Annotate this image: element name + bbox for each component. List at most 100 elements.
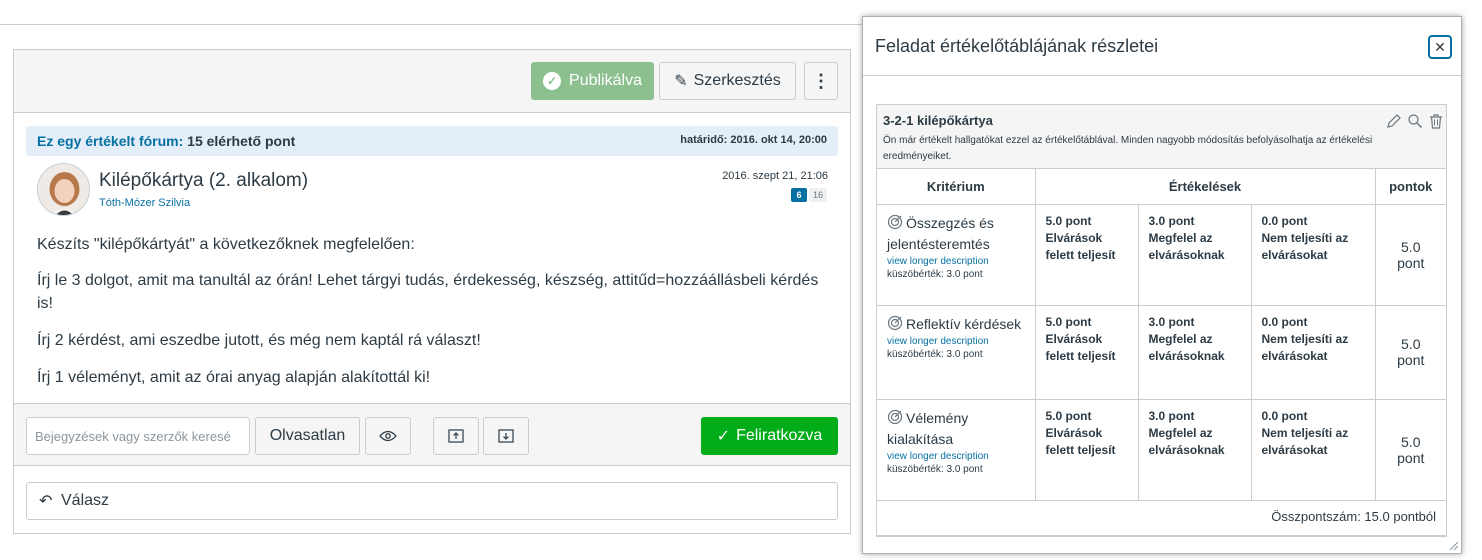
rating-points: 3.0 pont (1148, 314, 1195, 329)
rating-points: 0.0 pont (1261, 408, 1308, 423)
unread-button[interactable]: Olvasatlan (255, 417, 360, 455)
more-options-button[interactable]: ⋮ (804, 62, 838, 100)
criterion-points: 5.0 pont (1375, 399, 1446, 501)
rating-points: 5.0 pont (1045, 408, 1092, 423)
graded-discussion-bar: Ez egy értékelt fórum: 15 elérhető pont … (26, 126, 838, 156)
rating-description: Elvárások felett teljesít (1045, 230, 1116, 262)
discussion-toolbar: ✓ Publikálva ✎ Szerkesztés ⋮ (14, 50, 850, 113)
close-button[interactable]: ✕ (1428, 35, 1452, 59)
view-longer-description-link[interactable]: view longer description (887, 451, 1025, 462)
criterion-title: Összegzés és jelentésteremtés (887, 213, 1025, 255)
rating-description: Nem teljesíti az elvárásokat (1261, 230, 1349, 262)
discussion-panel: ✓ Publikálva ✎ Szerkesztés ⋮ Ez egy érté… (13, 49, 851, 534)
rating-points: 5.0 pont (1045, 314, 1092, 329)
reply-label: Válasz (61, 492, 110, 509)
rating-cell: 5.0 pont Elvárások felett teljesít (1035, 204, 1139, 306)
criterion-threshold: küszöbérték: 3.0 pont (887, 348, 983, 360)
edit-rubric-button[interactable] (1385, 112, 1402, 129)
expand-icon (498, 429, 514, 443)
rating-cell: 3.0 pont Megfelel az elvárásoknak (1138, 399, 1252, 501)
reply-box[interactable]: ↶ Válasz (26, 482, 838, 520)
criterion-points: 5.0 pont (1375, 204, 1446, 306)
published-button[interactable]: ✓ Publikálva (531, 62, 654, 100)
criterion-cell: Összegzés és jelentésteremtés view longe… (877, 204, 1036, 306)
target-icon (887, 409, 903, 424)
column-header-ratings: Értékelések (1035, 169, 1376, 205)
rating-points: 0.0 pont (1261, 314, 1308, 329)
top-divider (0, 24, 862, 25)
criterion-row: Reflektív kérdések view longer descripti… (877, 305, 1446, 400)
post-title: Kilépőkártya (2. alkalom) (99, 170, 309, 191)
check-circle-icon: ✓ (543, 72, 562, 90)
post-paragraph: Készíts "kilépőkártyát" a következőknek … (37, 236, 415, 253)
resize-handle-icon[interactable] (1447, 539, 1459, 551)
rating-description: Megfelel az elvárásoknak (1148, 230, 1225, 262)
rating-points: 5.0 pont (1045, 213, 1092, 228)
graded-info: Ez egy értékelt fórum: 15 elérhető pont (37, 133, 295, 149)
rating-points: 3.0 pont (1148, 408, 1195, 423)
edit-label: Szerkesztés (693, 72, 781, 89)
author-link[interactable]: Tóth-Mózer Szilvia (99, 197, 190, 209)
reply-arrow-icon: ↶ (39, 493, 53, 510)
view-longer-description-link[interactable]: view longer description (887, 256, 1025, 267)
search-input[interactable] (26, 417, 250, 455)
rating-description: Megfelel az elvárásoknak (1148, 331, 1225, 363)
expand-all-button[interactable] (483, 417, 529, 455)
search-icon (1407, 113, 1422, 128)
rating-cell: 5.0 pont Elvárások felett teljesít (1035, 399, 1139, 501)
criterion-title: Reflektív kérdések (887, 314, 1025, 335)
rating-cell: 5.0 pont Elvárások felett teljesít (1035, 305, 1139, 400)
discussion-footer-toolbar: Olvasatlan ✓ Feliratkozva (14, 403, 850, 466)
criterion-threshold: küszöbérték: 3.0 pont (887, 268, 983, 280)
unread-count-badge: 6 (791, 188, 807, 202)
edit-button[interactable]: ✎ Szerkesztés (659, 62, 796, 100)
find-rubric-button[interactable] (1406, 112, 1423, 129)
collapse-all-button[interactable] (433, 417, 479, 455)
rating-points: 3.0 pont (1148, 213, 1195, 228)
rubric-actions (1385, 112, 1444, 129)
pencil-icon: ✎ (674, 73, 688, 90)
eye-icon (379, 430, 397, 442)
subscribed-label: Feliratkozva (736, 427, 823, 444)
rating-points: 0.0 pont (1261, 213, 1308, 228)
delete-rubric-button[interactable] (1427, 112, 1444, 129)
avatar[interactable] (37, 163, 90, 216)
rating-cell: 0.0 pont Nem teljesíti az elvárásokat (1251, 305, 1376, 400)
target-icon (887, 214, 903, 229)
rating-description: Elvárások felett teljesít (1045, 425, 1116, 457)
criterion-row: Összegzés és jelentésteremtés view longe… (877, 204, 1446, 306)
criterion-name: Reflektív kérdések (906, 315, 1022, 332)
graded-prefix: Ez egy értékelt fórum: (37, 133, 184, 149)
view-longer-description-link[interactable]: view longer description (887, 336, 1025, 347)
due-date: határidő: 2016. okt 14, 20:00 (680, 134, 827, 146)
post-paragraph: Írj le 3 dolgot, amit ma tanultál az órá… (37, 272, 819, 312)
dialog-divider (863, 75, 1461, 76)
rubric: 3-2-1 kilépőkártya Ön már értékelt hallg… (876, 104, 1447, 537)
rating-description: Megfelel az elvárásoknak (1148, 425, 1225, 457)
criterion-name: Összegzés és jelentésteremtés (887, 214, 994, 252)
rubric-name: 3-2-1 kilépőkártya (883, 113, 993, 128)
column-header-criterion: Kritérium (877, 169, 1036, 205)
criterion-title: Vélemény kialakítása (887, 408, 1025, 450)
rating-description: Nem teljesíti az elvárásokat (1261, 425, 1349, 457)
rating-cell: 3.0 pont Megfelel az elvárásoknak (1138, 305, 1252, 400)
criterion-points: 5.0 pont (1375, 305, 1446, 400)
total-row: Összpontszám: 15.0 pontból (877, 500, 1446, 536)
kebab-icon: ⋮ (812, 70, 830, 91)
rubric-dialog: Feladat értékelőtáblájának részletei ✕ 3… (862, 16, 1462, 554)
rubric-header: 3-2-1 kilépőkártya Ön már értékelt hallg… (877, 105, 1446, 169)
post-date: 2016. szept 21, 21:06 (722, 170, 828, 182)
column-header-points: pontok (1375, 169, 1446, 205)
criterion-row: Vélemény kialakítása view longer descrip… (877, 399, 1446, 501)
mark-read-button[interactable] (365, 417, 411, 455)
rating-cell: 0.0 pont Nem teljesíti az elvárásokat (1251, 204, 1376, 306)
checkmark-icon: ✓ (716, 428, 731, 445)
dialog-title: Feladat értékelőtáblájának részletei (875, 36, 1159, 56)
rating-cell: 0.0 pont Nem teljesíti az elvárásokat (1251, 399, 1376, 501)
post-paragraph: Írj 2 kérdést, ami eszedbe jutott, és mé… (37, 332, 481, 349)
post-paragraph: Írj 1 véleményt, amit az órai anyag alap… (37, 369, 431, 386)
criterion-cell: Vélemény kialakítása view longer descrip… (877, 399, 1036, 501)
subscribed-button[interactable]: ✓ Feliratkozva (701, 417, 838, 455)
rating-description: Elvárások felett teljesít (1045, 331, 1116, 363)
rating-description: Nem teljesíti az elvárásokat (1261, 331, 1349, 363)
